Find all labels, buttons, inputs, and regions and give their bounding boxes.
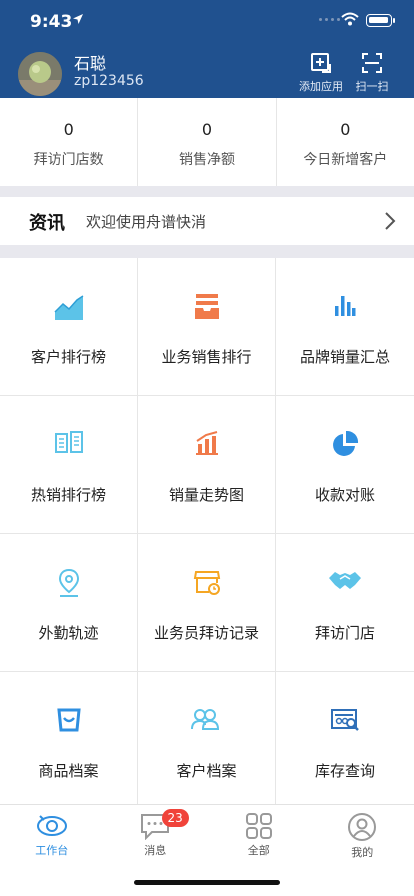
- grid-item-label: 销量走势图: [168, 486, 244, 504]
- news-title: 资讯: [29, 213, 65, 234]
- workbench-icon: [36, 815, 67, 836]
- scan-button[interactable]: 扫一扫: [342, 52, 402, 94]
- tab-label: 工作台: [35, 844, 69, 857]
- person-icon: [348, 813, 377, 841]
- grid-item-label: 商品档案: [38, 762, 99, 780]
- store-clock-icon: [193, 571, 220, 595]
- tab-me[interactable]: 我的: [311, 805, 414, 862]
- grid-item-label: 品牌销量汇总: [299, 348, 390, 366]
- tab-label: 我的: [351, 846, 374, 859]
- grid-item-label: 热销排行榜: [30, 486, 106, 504]
- grid-item-receipts[interactable]: 收款对账: [276, 396, 414, 534]
- battery-icon: [366, 14, 395, 27]
- tab-messages[interactable]: 23 消息: [104, 805, 208, 862]
- grid-item-label: 库存查询: [314, 762, 375, 780]
- grid-item-sales-trend[interactable]: 销量走势图: [138, 396, 276, 534]
- signal-icon: [319, 18, 340, 21]
- bag-icon: [56, 708, 81, 732]
- grid-item-customer-ranking[interactable]: 客户排行榜: [0, 258, 138, 396]
- grid-item-hot-ranking[interactable]: 热销排行榜: [0, 396, 138, 534]
- grid-item-label: 业务销售排行: [161, 348, 252, 366]
- tab-workbench[interactable]: 工作台: [0, 805, 104, 862]
- grid-item-field-track[interactable]: 外勤轨迹: [0, 534, 138, 672]
- stat-visited-stores[interactable]: 0 拜访门店数: [0, 98, 139, 186]
- tab-bar: 工作台 23 消息 全部 我的: [0, 804, 414, 862]
- feature-grid: 客户排行榜 业务销售排行 品牌销量汇总 热销排行榜 销量走势图 收款对账 外勤轨…: [0, 258, 414, 810]
- wifi-icon: [341, 12, 359, 26]
- stat-value: 0: [340, 120, 351, 139]
- grid-item-product-archive[interactable]: 商品档案: [0, 672, 138, 810]
- divider: [0, 245, 414, 258]
- status-time: 9:43: [30, 12, 73, 32]
- book-icon: [54, 431, 83, 453]
- tab-label: 消息: [144, 844, 167, 857]
- user-id: zp123456: [74, 73, 144, 89]
- divider: [0, 186, 414, 197]
- stat-new-customers[interactable]: 0 今日新增客户: [277, 98, 414, 186]
- scan-label: 扫一扫: [355, 80, 389, 93]
- stat-label: 拜访门店数: [33, 152, 104, 168]
- tab-label: 全部: [247, 844, 270, 857]
- handshake-icon: [329, 572, 361, 589]
- stats-bar: 0 拜访门店数 0 销售净额 0 今日新增客户: [0, 98, 414, 186]
- stat-net-sales[interactable]: 0 销售净额: [138, 98, 277, 186]
- grid-item-customer-archive[interactable]: 客户档案: [138, 672, 276, 810]
- stat-label: 今日新增客户: [303, 152, 388, 168]
- add-app-icon: [311, 53, 331, 73]
- bar-chart-icon: [335, 296, 356, 316]
- user-name: 石聪: [74, 54, 107, 73]
- tab-all[interactable]: 全部: [207, 805, 311, 862]
- home-indicator: [134, 880, 280, 885]
- location-pin-icon: [58, 568, 79, 597]
- people-icon: [190, 709, 219, 730]
- scan-icon: [362, 53, 382, 73]
- unread-badge: 23: [161, 809, 189, 827]
- grid-item-visit-records[interactable]: 业务员拜访记录: [138, 534, 276, 672]
- grid-item-sales-ranking[interactable]: 业务销售排行: [138, 258, 276, 396]
- grid-item-label: 客户排行榜: [30, 348, 106, 366]
- grid-item-label: 业务员拜访记录: [153, 624, 259, 642]
- news-bar[interactable]: 资讯 欢迎使用舟谱快消: [0, 197, 414, 245]
- grid-item-label: 客户档案: [176, 762, 237, 780]
- grid-item-brand-summary[interactable]: 品牌销量汇总: [276, 258, 414, 396]
- grid-item-label: 拜访门店: [314, 624, 375, 642]
- search-doc-icon: [331, 709, 359, 731]
- grid-item-inventory-query[interactable]: 库存查询: [276, 672, 414, 810]
- grid-icon: [245, 813, 272, 839]
- inbox-list-icon: [194, 294, 219, 319]
- grid-item-visit-store[interactable]: 拜访门店: [276, 534, 414, 672]
- trend-bar-icon: [195, 431, 218, 455]
- grid-item-label: 外勤轨迹: [38, 624, 99, 642]
- grid-item-label: 收款对账: [314, 486, 375, 504]
- pie-chart-icon: [333, 430, 359, 456]
- news-text: 欢迎使用舟谱快消: [86, 213, 207, 231]
- avatar[interactable]: [18, 52, 62, 96]
- chevron-right-icon: [385, 212, 396, 230]
- header: 9:43 石聪 zp123456 添加应用 扫一扫: [0, 0, 414, 98]
- area-chart-icon: [53, 295, 83, 320]
- stat-value: 0: [201, 120, 213, 139]
- stat-label: 销售净额: [178, 152, 235, 168]
- location-arrow-icon: [73, 14, 83, 24]
- stat-value: 0: [63, 120, 74, 139]
